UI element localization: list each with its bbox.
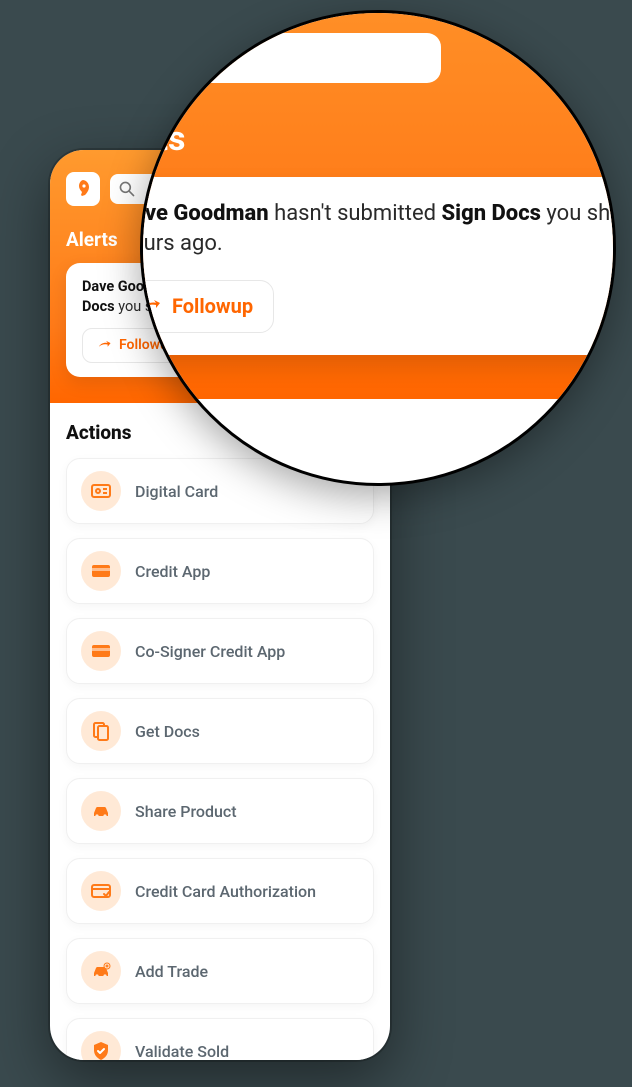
- car-icon: [90, 800, 112, 822]
- zoom-alerts-row: Alerts See: [140, 119, 616, 159]
- action-cosigner-credit-app[interactable]: Co-Signer Credit App: [66, 618, 374, 684]
- credit-card-icon: [90, 640, 112, 662]
- action-add-trade[interactable]: Add Trade: [66, 938, 374, 1004]
- share-arrow-icon: [140, 296, 162, 318]
- action-credit-app[interactable]: Credit App: [66, 538, 374, 604]
- action-label: Co-Signer Credit App: [135, 642, 285, 661]
- action-label: Share Product: [135, 802, 237, 821]
- zoom-alert-text: Dave Goodman hasn't submitted Sign Docs …: [140, 199, 616, 260]
- zoom-alerts-title: Alerts: [140, 119, 185, 159]
- shield-check-icon: [90, 1040, 112, 1060]
- id-card-icon: [90, 480, 112, 502]
- app-logo[interactable]: [66, 172, 100, 206]
- documents-icon: [90, 720, 112, 742]
- zoom-alert-card[interactable]: Dave Goodman hasn't submitted Sign Docs …: [140, 177, 616, 355]
- search-icon: [185, 44, 213, 72]
- action-validate-sold[interactable]: Validate Sold: [66, 1018, 374, 1060]
- phone-body: Actions Digital Card Credit App Co-Signe…: [50, 403, 390, 1060]
- action-label: Get Docs: [135, 722, 200, 741]
- action-label: Credit Card Authorization: [135, 882, 316, 901]
- rocket-icon: [72, 178, 94, 200]
- action-share-product[interactable]: Share Product: [66, 778, 374, 844]
- action-label: Validate Sold: [135, 1042, 229, 1060]
- zoom-alert-doc: Sign Docs: [441, 201, 540, 226]
- alerts-title: Alerts: [66, 228, 118, 251]
- action-label: Add Trade: [135, 962, 208, 981]
- action-label: Digital Card: [135, 482, 218, 501]
- action-credit-card-auth[interactable]: Credit Card Authorization: [66, 858, 374, 924]
- zoom-header: Alerts See Dave Goodman hasn't submitted…: [140, 10, 616, 399]
- zoom-body: Actions Digital Card: [140, 399, 616, 486]
- zoom-content: Alerts See Dave Goodman hasn't submitted…: [140, 10, 616, 486]
- share-arrow-icon: [96, 338, 112, 354]
- search-icon: [118, 180, 136, 198]
- zoom-search-input[interactable]: [171, 33, 441, 83]
- zoom-followup-label: Followup: [172, 293, 253, 321]
- zoom-lens: Alerts See Dave Goodman hasn't submitted…: [140, 10, 616, 486]
- zoom-actions-title: Actions: [140, 425, 616, 465]
- zoom-alert-person: Dave Goodman: [140, 201, 269, 226]
- zoom-contacts-button[interactable]: [607, 36, 616, 80]
- zoom-top-row: [140, 33, 616, 83]
- car-plus-icon: [90, 960, 112, 982]
- credit-card-icon: [90, 560, 112, 582]
- zoom-followup-button[interactable]: Followup: [140, 280, 274, 334]
- action-get-docs[interactable]: Get Docs: [66, 698, 374, 764]
- action-label: Credit App: [135, 562, 210, 581]
- card-auth-icon: [90, 880, 112, 902]
- contact-card-icon: [612, 41, 616, 75]
